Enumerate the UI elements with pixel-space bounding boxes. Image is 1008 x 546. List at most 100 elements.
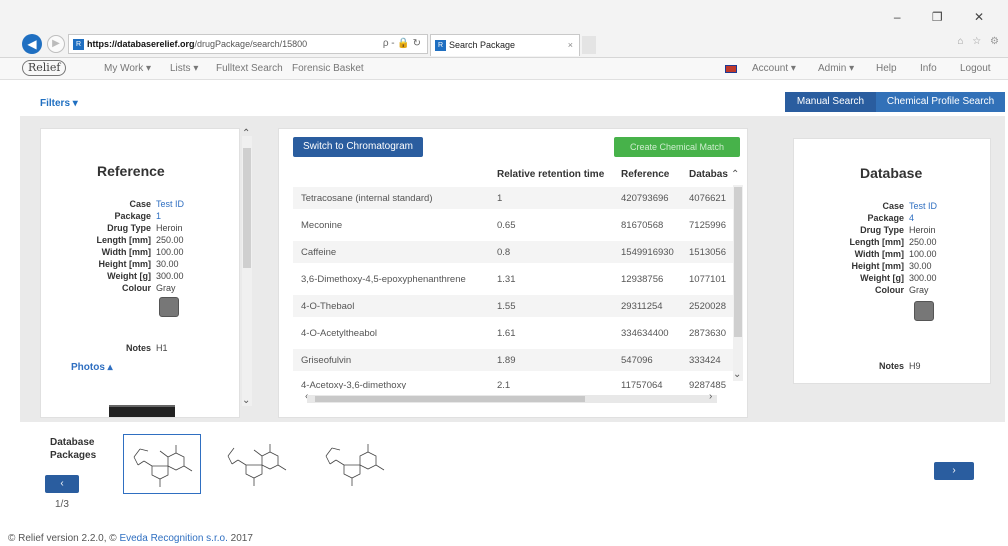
table-vscroll-thumb[interactable]	[734, 187, 742, 337]
table-row[interactable]: Tetracosane (internal standard) 1 420793…	[293, 187, 739, 209]
relative-rt: 2.1	[497, 380, 511, 389]
db-weight-value: 300.00	[909, 273, 937, 283]
db-case-value[interactable]: Test ID	[909, 201, 937, 211]
table-row[interactable]: Caffeine 0.8 1549916930 1513056	[293, 241, 739, 263]
manual-search-button[interactable]: Manual Search	[785, 92, 876, 112]
table-row[interactable]: 4-O-Acetyltheabol 1.61 334634400 2873630	[293, 322, 739, 344]
nav-admin[interactable]: Admin ▾	[818, 63, 854, 74]
table-vertical-scrollbar[interactable]	[733, 185, 743, 381]
ref-drug-type-value: Heroin	[156, 223, 183, 233]
url-path: /drugPackage/search/15800	[194, 39, 308, 49]
table-row[interactable]: 4-Acetoxy-3,6-dimethoxy 2.1 11757064 928…	[293, 375, 739, 389]
filters-toggle[interactable]: Filters ▾	[40, 98, 78, 109]
table-row[interactable]: 4-O-Thebaol 1.55 29311254 2520028	[293, 295, 739, 317]
database-value: 7125996	[689, 220, 726, 231]
nav-forensic-basket[interactable]: Forensic Basket	[292, 63, 364, 74]
db-notes-label: Notes	[878, 361, 904, 371]
nav-fulltext-search[interactable]: Fulltext Search	[216, 63, 283, 74]
address-tools[interactable]: ρ - 🔒 ↻	[383, 35, 421, 53]
ref-height-label: Height [mm]	[98, 259, 152, 269]
photos-toggle[interactable]: Photos ▴	[71, 362, 113, 373]
relative-rt: 1.61	[497, 328, 516, 339]
package-thumbnail-2[interactable]	[218, 434, 296, 494]
chemical-profile-search-button[interactable]: Chemical Profile Search	[876, 92, 1005, 112]
ref-package-value[interactable]: 1	[156, 211, 161, 221]
switch-to-chromatogram-button[interactable]: Switch to Chromatogram	[293, 137, 423, 157]
reference-value: 1549916930	[621, 247, 674, 258]
nav-help[interactable]: Help	[876, 63, 897, 74]
ref-length-label: Length [mm]	[96, 235, 152, 245]
footer-company-link[interactable]: Eveda Recognition s.r.o.	[119, 533, 227, 544]
next-page-button[interactable]: ›	[934, 462, 974, 480]
sort-up-icon[interactable]: ⌃	[731, 169, 739, 180]
pager-indicator: 1/3	[55, 499, 69, 510]
new-tab-button[interactable]	[582, 36, 596, 54]
relative-rt: 1.31	[497, 274, 516, 285]
reference-value: 420793696	[621, 193, 669, 204]
scroll-right-icon[interactable]: ›	[709, 391, 712, 402]
site-favicon-icon: R	[73, 39, 84, 51]
database-value: 9287485	[689, 380, 726, 389]
col-header-database[interactable]: Databas	[689, 169, 728, 180]
db-notes-value: H9	[909, 361, 921, 371]
ref-notes-label: Notes	[125, 343, 151, 353]
url-host: https://databaserelief.org	[87, 39, 195, 49]
relative-rt: 1.89	[497, 355, 516, 366]
nav-lists[interactable]: Lists ▾	[170, 63, 198, 74]
db-weight-label: Weight [g]	[860, 273, 904, 283]
relief-logo[interactable]: Relief	[22, 60, 67, 76]
package-thumbnail-3[interactable]	[316, 434, 394, 494]
chemical-structure-icon	[227, 444, 287, 486]
package-thumbnail-1[interactable]	[123, 434, 201, 494]
ref-package-label: Package	[114, 211, 151, 221]
table-row[interactable]: 3,6-Dimethoxy-4,5-epoxyphenanthrene 1.31…	[293, 268, 739, 290]
forward-button[interactable]: ▶	[47, 35, 65, 53]
browser-toolbar: ◀ ▶ Rhttps://databaserelief.org/drugPack…	[0, 0, 1008, 58]
database-value: 1077101	[689, 274, 726, 285]
browser-tab[interactable]: R Search Package ×	[430, 34, 580, 56]
scroll-up-icon[interactable]: ⌃	[242, 128, 250, 139]
table-scroll-down-icon[interactable]: ⌄	[733, 369, 741, 380]
back-button[interactable]: ◀	[22, 34, 42, 54]
ref-case-value[interactable]: Test ID	[156, 199, 184, 209]
table-row[interactable]: Meconine 0.65 81670568 7125996	[293, 214, 739, 236]
ref-colour-value: Gray	[156, 283, 176, 293]
ref-case-label: Case	[129, 199, 151, 209]
relative-rt: 1	[497, 193, 503, 204]
ref-length-value: 250.00	[156, 235, 184, 245]
database-value: 2873630	[689, 328, 726, 339]
address-bar[interactable]: Rhttps://databaserelief.org/drugPackage/…	[68, 34, 428, 54]
previous-page-button[interactable]: ‹	[45, 475, 79, 493]
nav-info[interactable]: Info	[920, 63, 937, 74]
chemical-structure-icon	[133, 445, 193, 487]
reference-scrollbar-thumb[interactable]	[243, 148, 251, 268]
table-horizontal-scrollbar[interactable]	[307, 395, 717, 403]
table-hscroll-thumb[interactable]	[315, 396, 585, 402]
create-chemical-match-button[interactable]: Create Chemical Match	[614, 137, 740, 157]
browser-toolbar-icons[interactable]: ⌂ ☆ ⚙	[957, 36, 1002, 47]
table-row[interactable]: Griseofulvin 1.89 547096 333424	[293, 349, 739, 371]
reference-photo[interactable]	[109, 405, 175, 417]
tab-title: Search Package	[449, 40, 516, 50]
reference-value: 29311254	[621, 301, 663, 312]
database-panel: Database Case Test ID Package 4 Drug Typ…	[793, 138, 991, 384]
reference-value: 334634400	[621, 328, 669, 339]
reference-scrollbar[interactable]	[242, 136, 252, 406]
nav-my-work[interactable]: My Work ▾	[104, 63, 151, 74]
ref-weight-value: 300.00	[156, 271, 184, 281]
ref-width-label: Width [mm]	[101, 247, 151, 257]
nav-logout[interactable]: Logout	[960, 63, 991, 74]
col-header-reference[interactable]: Reference	[621, 169, 669, 180]
language-flag-icon[interactable]	[725, 65, 737, 73]
reference-value: 11757064	[621, 380, 663, 389]
scroll-down-icon[interactable]: ⌄	[242, 395, 250, 406]
photos-label: Photos	[71, 362, 105, 373]
col-header-relative-retention[interactable]: Relative retention time	[497, 169, 604, 180]
window-controls[interactable]: – ❐ ✕	[894, 10, 998, 24]
nav-account[interactable]: Account ▾	[752, 63, 796, 74]
ref-height-value: 30.00	[156, 259, 179, 269]
compound-name: Tetracosane (internal standard)	[301, 193, 433, 204]
tab-close-icon[interactable]: ×	[568, 35, 573, 55]
packages-label-line1: Database	[50, 437, 95, 448]
db-package-value[interactable]: 4	[909, 213, 914, 223]
